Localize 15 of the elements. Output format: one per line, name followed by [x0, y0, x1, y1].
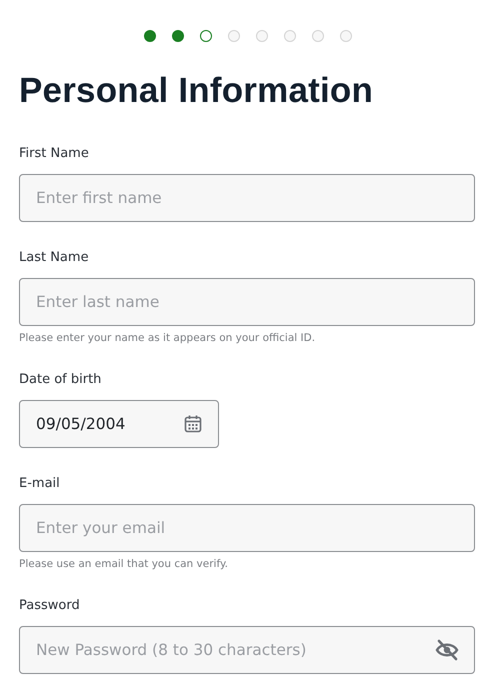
text-field[interactable]: Enter your email [19, 504, 475, 552]
helper-text: Please use an email that you can verify. [19, 557, 230, 572]
eye-slash-icon[interactable] [435, 639, 459, 661]
password-field[interactable]: New Password (8 to 30 characters) [19, 626, 475, 674]
calendar-icon[interactable] [183, 414, 203, 434]
text-field[interactable]: Enter last name [19, 278, 475, 326]
field-label: Last Name [19, 249, 90, 267]
field-label: Date of birth [19, 371, 102, 389]
text-field[interactable]: Enter first name [19, 174, 475, 222]
field-label: First Name [19, 145, 90, 163]
helper-text: Please enter your name as it appears on your official ID. [19, 331, 316, 346]
field-label: Password [19, 597, 81, 615]
field-label: E-mail [19, 475, 61, 493]
date-field[interactable]: 09/05/2004 [19, 400, 219, 448]
page-title: Personal Information [19, 71, 374, 111]
